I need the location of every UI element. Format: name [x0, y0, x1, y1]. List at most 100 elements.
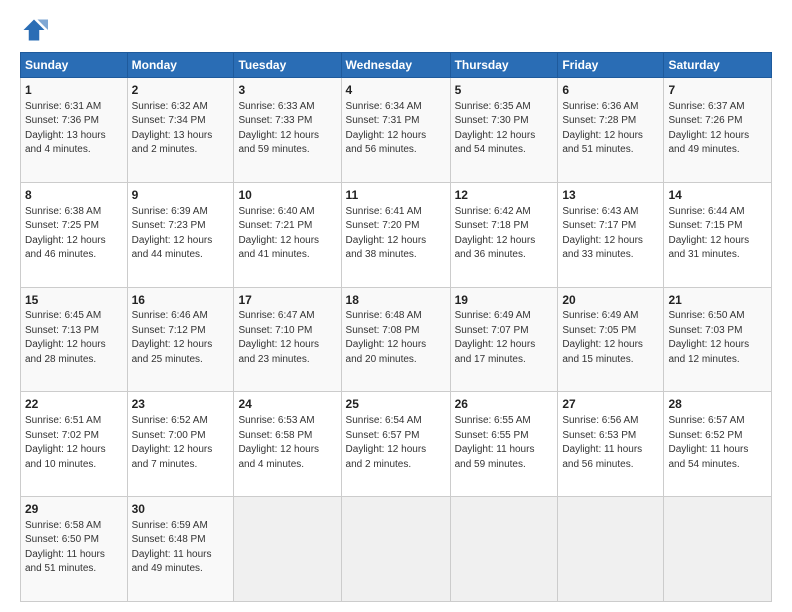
calendar-cell: 17Sunrise: 6:47 AMSunset: 7:10 PMDayligh… — [234, 287, 341, 392]
day-info: Sunrise: 6:32 AMSunset: 7:34 PMDaylight:… — [132, 100, 230, 158]
day-info: Sunrise: 6:37 AMSunset: 7:26 PMDaylight:… — [668, 100, 767, 158]
day-number: 25 — [346, 396, 446, 413]
calendar-cell: 11Sunrise: 6:41 AMSunset: 7:20 PMDayligh… — [341, 182, 450, 287]
day-number: 26 — [455, 396, 554, 413]
day-info: Sunrise: 6:46 AMSunset: 7:12 PMDaylight:… — [132, 309, 230, 367]
calendar-week-5: 29Sunrise: 6:58 AMSunset: 6:50 PMDayligh… — [21, 497, 772, 602]
day-number: 14 — [668, 187, 767, 204]
calendar-cell: 3Sunrise: 6:33 AMSunset: 7:33 PMDaylight… — [234, 78, 341, 183]
day-number: 6 — [562, 82, 659, 99]
calendar-cell: 5Sunrise: 6:35 AMSunset: 7:30 PMDaylight… — [450, 78, 558, 183]
day-info: Sunrise: 6:53 AMSunset: 6:58 PMDaylight:… — [238, 414, 336, 472]
calendar-page: SundayMondayTuesdayWednesdayThursdayFrid… — [0, 0, 792, 612]
day-info: Sunrise: 6:45 AMSunset: 7:13 PMDaylight:… — [25, 309, 123, 367]
day-number: 7 — [668, 82, 767, 99]
calendar-cell: 26Sunrise: 6:55 AMSunset: 6:55 PMDayligh… — [450, 392, 558, 497]
header — [20, 16, 772, 44]
day-info: Sunrise: 6:48 AMSunset: 7:08 PMDaylight:… — [346, 309, 446, 367]
calendar-cell: 25Sunrise: 6:54 AMSunset: 6:57 PMDayligh… — [341, 392, 450, 497]
column-header-friday: Friday — [558, 53, 664, 78]
calendar-cell — [664, 497, 772, 602]
day-info: Sunrise: 6:49 AMSunset: 7:05 PMDaylight:… — [562, 309, 659, 367]
column-header-thursday: Thursday — [450, 53, 558, 78]
calendar-cell: 23Sunrise: 6:52 AMSunset: 7:00 PMDayligh… — [127, 392, 234, 497]
calendar-cell: 20Sunrise: 6:49 AMSunset: 7:05 PMDayligh… — [558, 287, 664, 392]
day-number: 18 — [346, 292, 446, 309]
day-number: 27 — [562, 396, 659, 413]
logo-icon — [20, 16, 48, 44]
calendar-cell — [234, 497, 341, 602]
day-number: 23 — [132, 396, 230, 413]
day-number: 2 — [132, 82, 230, 99]
calendar-cell: 2Sunrise: 6:32 AMSunset: 7:34 PMDaylight… — [127, 78, 234, 183]
column-header-wednesday: Wednesday — [341, 53, 450, 78]
day-number: 5 — [455, 82, 554, 99]
day-info: Sunrise: 6:57 AMSunset: 6:52 PMDaylight:… — [668, 414, 767, 472]
calendar-cell: 6Sunrise: 6:36 AMSunset: 7:28 PMDaylight… — [558, 78, 664, 183]
calendar-cell: 12Sunrise: 6:42 AMSunset: 7:18 PMDayligh… — [450, 182, 558, 287]
day-number: 24 — [238, 396, 336, 413]
calendar-cell: 16Sunrise: 6:46 AMSunset: 7:12 PMDayligh… — [127, 287, 234, 392]
calendar-cell: 29Sunrise: 6:58 AMSunset: 6:50 PMDayligh… — [21, 497, 128, 602]
calendar-cell: 10Sunrise: 6:40 AMSunset: 7:21 PMDayligh… — [234, 182, 341, 287]
calendar-cell: 8Sunrise: 6:38 AMSunset: 7:25 PMDaylight… — [21, 182, 128, 287]
day-number: 16 — [132, 292, 230, 309]
day-info: Sunrise: 6:42 AMSunset: 7:18 PMDaylight:… — [455, 205, 554, 263]
day-number: 17 — [238, 292, 336, 309]
day-number: 28 — [668, 396, 767, 413]
day-number: 9 — [132, 187, 230, 204]
calendar-cell: 4Sunrise: 6:34 AMSunset: 7:31 PMDaylight… — [341, 78, 450, 183]
day-number: 11 — [346, 187, 446, 204]
day-number: 29 — [25, 501, 123, 518]
day-info: Sunrise: 6:58 AMSunset: 6:50 PMDaylight:… — [25, 519, 123, 577]
day-number: 4 — [346, 82, 446, 99]
logo — [20, 16, 52, 44]
day-info: Sunrise: 6:34 AMSunset: 7:31 PMDaylight:… — [346, 100, 446, 158]
day-info: Sunrise: 6:39 AMSunset: 7:23 PMDaylight:… — [132, 205, 230, 263]
calendar-cell: 21Sunrise: 6:50 AMSunset: 7:03 PMDayligh… — [664, 287, 772, 392]
calendar-week-3: 15Sunrise: 6:45 AMSunset: 7:13 PMDayligh… — [21, 287, 772, 392]
calendar-week-1: 1Sunrise: 6:31 AMSunset: 7:36 PMDaylight… — [21, 78, 772, 183]
day-info: Sunrise: 6:50 AMSunset: 7:03 PMDaylight:… — [668, 309, 767, 367]
calendar-cell: 30Sunrise: 6:59 AMSunset: 6:48 PMDayligh… — [127, 497, 234, 602]
calendar-week-4: 22Sunrise: 6:51 AMSunset: 7:02 PMDayligh… — [21, 392, 772, 497]
day-number: 15 — [25, 292, 123, 309]
day-number: 10 — [238, 187, 336, 204]
day-info: Sunrise: 6:36 AMSunset: 7:28 PMDaylight:… — [562, 100, 659, 158]
calendar-cell: 18Sunrise: 6:48 AMSunset: 7:08 PMDayligh… — [341, 287, 450, 392]
day-number: 30 — [132, 501, 230, 518]
day-info: Sunrise: 6:51 AMSunset: 7:02 PMDaylight:… — [25, 414, 123, 472]
calendar-cell — [341, 497, 450, 602]
day-number: 1 — [25, 82, 123, 99]
day-info: Sunrise: 6:55 AMSunset: 6:55 PMDaylight:… — [455, 414, 554, 472]
calendar-cell — [558, 497, 664, 602]
calendar-cell: 14Sunrise: 6:44 AMSunset: 7:15 PMDayligh… — [664, 182, 772, 287]
column-header-tuesday: Tuesday — [234, 53, 341, 78]
day-info: Sunrise: 6:54 AMSunset: 6:57 PMDaylight:… — [346, 414, 446, 472]
day-info: Sunrise: 6:44 AMSunset: 7:15 PMDaylight:… — [668, 205, 767, 263]
calendar-week-2: 8Sunrise: 6:38 AMSunset: 7:25 PMDaylight… — [21, 182, 772, 287]
calendar-cell: 22Sunrise: 6:51 AMSunset: 7:02 PMDayligh… — [21, 392, 128, 497]
day-info: Sunrise: 6:31 AMSunset: 7:36 PMDaylight:… — [25, 100, 123, 158]
day-info: Sunrise: 6:35 AMSunset: 7:30 PMDaylight:… — [455, 100, 554, 158]
calendar-cell: 28Sunrise: 6:57 AMSunset: 6:52 PMDayligh… — [664, 392, 772, 497]
day-info: Sunrise: 6:47 AMSunset: 7:10 PMDaylight:… — [238, 309, 336, 367]
calendar-cell: 27Sunrise: 6:56 AMSunset: 6:53 PMDayligh… — [558, 392, 664, 497]
day-info: Sunrise: 6:52 AMSunset: 7:00 PMDaylight:… — [132, 414, 230, 472]
day-number: 19 — [455, 292, 554, 309]
day-number: 3 — [238, 82, 336, 99]
day-info: Sunrise: 6:38 AMSunset: 7:25 PMDaylight:… — [25, 205, 123, 263]
calendar-cell: 1Sunrise: 6:31 AMSunset: 7:36 PMDaylight… — [21, 78, 128, 183]
day-info: Sunrise: 6:40 AMSunset: 7:21 PMDaylight:… — [238, 205, 336, 263]
calendar-cell: 9Sunrise: 6:39 AMSunset: 7:23 PMDaylight… — [127, 182, 234, 287]
day-info: Sunrise: 6:43 AMSunset: 7:17 PMDaylight:… — [562, 205, 659, 263]
calendar-cell — [450, 497, 558, 602]
column-header-monday: Monday — [127, 53, 234, 78]
calendar-table: SundayMondayTuesdayWednesdayThursdayFrid… — [20, 52, 772, 602]
day-number: 20 — [562, 292, 659, 309]
calendar-cell: 15Sunrise: 6:45 AMSunset: 7:13 PMDayligh… — [21, 287, 128, 392]
day-info: Sunrise: 6:33 AMSunset: 7:33 PMDaylight:… — [238, 100, 336, 158]
day-info: Sunrise: 6:59 AMSunset: 6:48 PMDaylight:… — [132, 519, 230, 577]
calendar-body: 1Sunrise: 6:31 AMSunset: 7:36 PMDaylight… — [21, 78, 772, 602]
day-number: 21 — [668, 292, 767, 309]
